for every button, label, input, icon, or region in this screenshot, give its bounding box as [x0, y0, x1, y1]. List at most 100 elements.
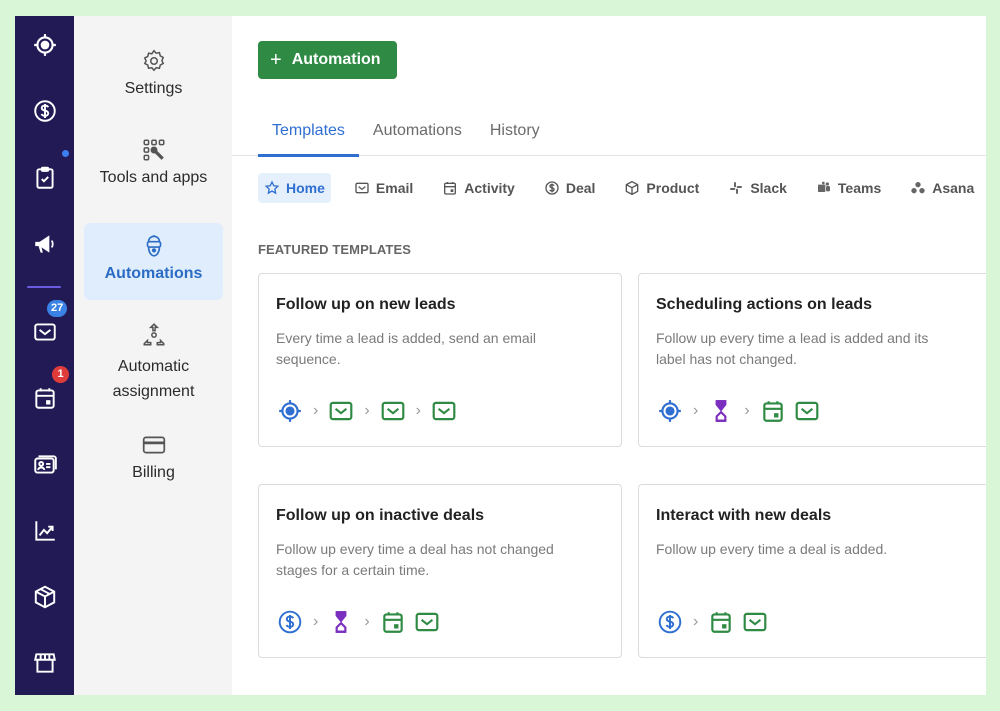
category-email[interactable]: Email	[348, 173, 419, 203]
star-icon	[264, 180, 280, 195]
template-flow: › › ›	[277, 398, 457, 424]
subnav-automatic-assignment[interactable]: Automatic assignment	[84, 322, 223, 404]
chevron-right-icon: ›	[415, 402, 421, 419]
clipboard-check-icon	[35, 166, 54, 189]
subnav-automations-label: Automations	[104, 265, 203, 282]
mail-icon	[355, 182, 369, 194]
template-description: Follow up every time a deal has not chan…	[276, 541, 554, 578]
calendar-icon	[708, 609, 734, 635]
chevron-right-icon: ›	[744, 402, 750, 419]
mail-icon	[380, 398, 406, 424]
category-slack[interactable]: Slack	[722, 173, 793, 203]
template-title: Follow up on inactive deals	[276, 507, 485, 524]
category-asana[interactable]: Asana	[904, 173, 980, 203]
category-product[interactable]: Product	[618, 173, 705, 203]
category-deal-label: Deal	[565, 180, 596, 196]
gear-icon	[143, 49, 164, 72]
subnav-settings[interactable]: Settings	[84, 48, 223, 98]
chevron-right-icon: ›	[364, 613, 370, 630]
rail-marketplace[interactable]	[15, 643, 74, 683]
tabs: Templates Automations History	[258, 116, 554, 157]
template-description: Every time a lead is added, send an emai…	[276, 330, 536, 367]
plus-icon: +	[270, 48, 282, 71]
rail-deals[interactable]	[15, 91, 74, 131]
subnav-billing[interactable]: Billing	[84, 432, 223, 482]
mail-icon	[33, 323, 56, 341]
credit-card-icon	[142, 436, 165, 454]
subnav-assignment-label: Automatic assignment	[112, 358, 195, 400]
rail-products[interactable]	[15, 577, 74, 617]
category-product-label: Product	[646, 180, 700, 196]
robot-icon	[146, 235, 161, 257]
tab-automations[interactable]: Automations	[359, 116, 476, 157]
asana-icon	[911, 182, 925, 194]
rail-contacts[interactable]	[15, 445, 74, 485]
section-heading: FEATURED TEMPLATES	[258, 242, 411, 257]
category-asana-label: Asana	[932, 180, 975, 196]
main-content: + Automation Templates Automations Histo…	[232, 16, 986, 695]
template-card[interactable]: Scheduling actions on leads Follow up ev…	[638, 273, 986, 447]
settings-subnav: Settings Tools and apps Automations Auto…	[74, 16, 232, 695]
tab-templates[interactable]: Templates	[258, 116, 359, 157]
template-description: Follow up every time a lead is added and…	[656, 330, 929, 367]
rail-insights[interactable]	[15, 511, 74, 551]
teams-icon	[817, 181, 830, 192]
category-deal[interactable]: Deal	[538, 173, 602, 203]
template-title: Scheduling actions on leads	[656, 296, 873, 313]
template-flow: › ›	[657, 398, 820, 424]
category-home-label: Home	[286, 180, 325, 196]
tools-icon	[142, 139, 165, 161]
calendar-icon	[760, 398, 786, 424]
box-icon	[626, 180, 639, 196]
rail-activities[interactable]	[15, 158, 74, 198]
rail-calendar[interactable]	[15, 378, 74, 418]
template-card[interactable]: Follow up on inactive deals Follow up ev…	[258, 484, 622, 658]
mail-icon	[794, 398, 820, 424]
category-activity-label: Activity	[464, 180, 515, 196]
assignment-icon	[142, 323, 165, 346]
dollar-icon	[657, 609, 683, 635]
template-flow: › ›	[277, 609, 440, 635]
nav-rail: 27 1	[15, 16, 74, 695]
add-automation-label: Automation	[291, 51, 381, 68]
notification-dot	[62, 150, 69, 157]
subnav-tools-and-apps[interactable]: Tools and apps	[84, 137, 223, 187]
calendar-icon	[380, 609, 406, 635]
subnav-automations[interactable]: Automations	[84, 223, 223, 300]
chevron-right-icon: ›	[313, 402, 319, 419]
template-description: Follow up every time a deal is added.	[656, 541, 888, 557]
mail-icon	[431, 398, 457, 424]
category-teams[interactable]: Teams	[810, 173, 887, 203]
category-activity[interactable]: Activity	[436, 173, 521, 203]
chevron-right-icon: ›	[313, 613, 319, 630]
category-email-label: Email	[375, 180, 414, 196]
add-automation-button[interactable]: + Automation	[258, 41, 397, 79]
template-card[interactable]: Interact with new deals Follow up every …	[638, 484, 986, 658]
hourglass-icon	[328, 609, 354, 635]
target-icon	[33, 34, 56, 56]
subnav-settings-label: Settings	[124, 80, 183, 97]
chevron-right-icon: ›	[693, 402, 699, 419]
template-title: Interact with new deals	[656, 507, 832, 524]
hourglass-icon	[708, 398, 734, 424]
chart-icon	[34, 521, 55, 541]
mail-icon	[742, 609, 768, 635]
store-icon	[33, 653, 56, 673]
dollar-icon	[277, 609, 303, 635]
category-filter: Home Email Activity Deal Product Slack T…	[258, 173, 986, 203]
category-home[interactable]: Home	[258, 173, 331, 203]
rail-leads[interactable]	[15, 25, 74, 65]
template-card[interactable]: Follow up on new leads Every time a lead…	[258, 273, 622, 447]
chevron-right-icon: ›	[364, 402, 370, 419]
calendar-icon	[444, 182, 457, 195]
tab-history[interactable]: History	[476, 116, 554, 157]
rail-campaigns[interactable]	[15, 224, 74, 264]
calendar-badge: 1	[52, 366, 69, 383]
subnav-tools-label: Tools and apps	[99, 169, 208, 186]
rail-mail[interactable]	[15, 312, 74, 352]
slack-icon	[730, 182, 743, 194]
template-title: Follow up on new leads	[276, 296, 456, 313]
box-icon	[34, 585, 55, 609]
mail-icon	[414, 609, 440, 635]
dollar-icon	[545, 181, 559, 195]
